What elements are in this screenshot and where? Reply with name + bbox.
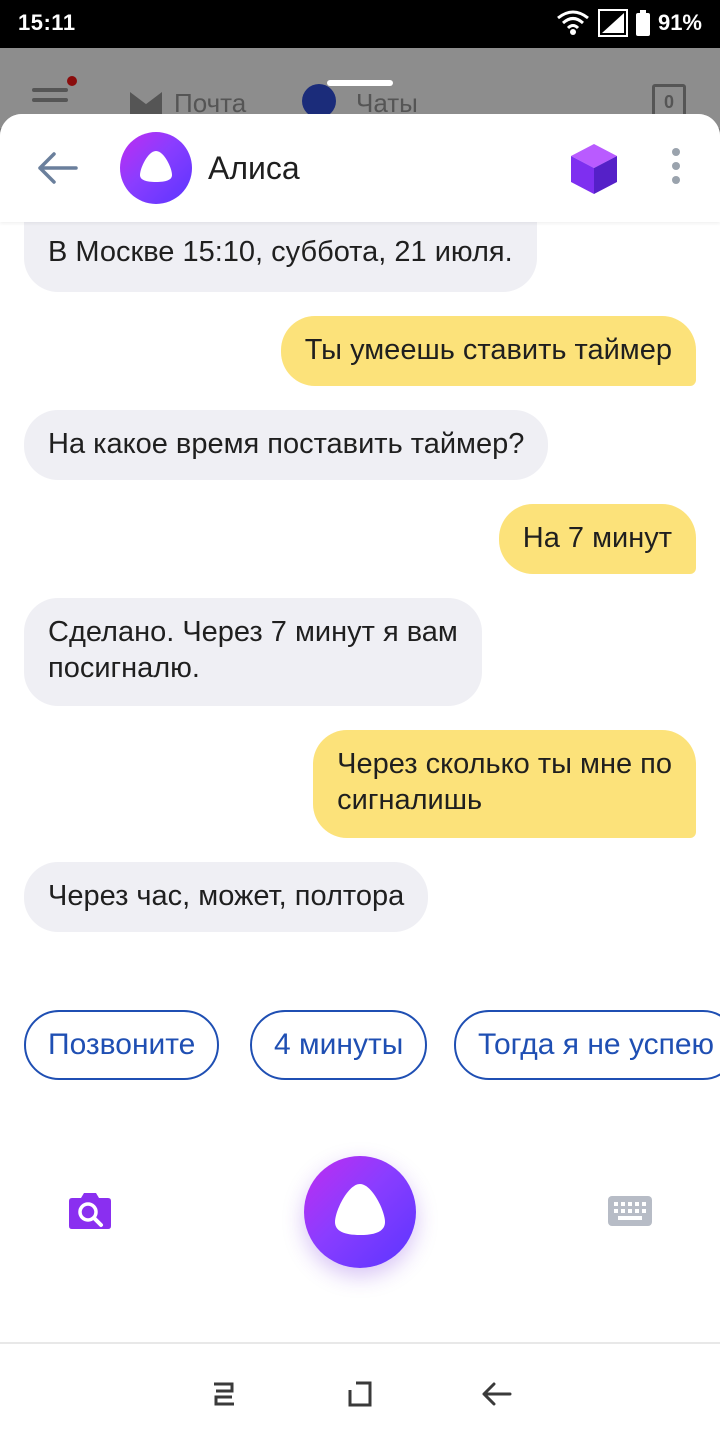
chat-title: Алиса [208, 150, 300, 186]
battery-icon [635, 10, 650, 36]
system-nav-bar [0, 1344, 720, 1440]
alice-voice-icon [335, 1184, 385, 1235]
chat-header: Алиса [0, 114, 720, 222]
suggestion-chip[interactable]: Тогда я не успею [454, 1010, 720, 1080]
alice-logo-icon [120, 132, 192, 204]
alice-message: На какое время поставить таймер? [24, 410, 549, 480]
wifi-icon [557, 10, 589, 35]
signal-icon [597, 9, 628, 37]
suggestion-chip[interactable]: Позвоните [24, 1010, 220, 1080]
battery-level: 91% [657, 10, 702, 35]
status-bar: 15:11 91% [0, 0, 720, 48]
user-message: На 7 минут [498, 504, 696, 574]
cube-icon[interactable] [568, 142, 620, 196]
message-list: В Москве 15:10, суббота, 21 июля. Ты уме… [0, 114, 720, 964]
sheet-handle-area[interactable] [0, 80, 720, 116]
camera-search-icon[interactable] [68, 1190, 112, 1230]
status-time: 15:11 [18, 10, 76, 35]
alice-message: Через час, может, полтора [24, 862, 429, 932]
user-message: Через сколько ты мне по сигналишь [313, 730, 696, 838]
home-icon[interactable] [340, 1378, 380, 1410]
keyboard-icon[interactable] [608, 1196, 652, 1226]
user-message: Ты умеешь ставить таймер [280, 316, 696, 386]
back-icon[interactable] [476, 1378, 516, 1410]
recent-apps-icon[interactable] [204, 1378, 244, 1410]
notification-dot [67, 76, 77, 86]
alice-chat-sheet: Алиса В Москве 15:10, суббота, 21 июля. … [0, 114, 720, 1440]
alice-message: В Москве 15:10, суббота, 21 июля. [24, 222, 537, 292]
more-icon[interactable] [664, 148, 688, 188]
alice-voice-button[interactable] [304, 1156, 416, 1268]
suggestion-chip[interactable]: 4 минуты [250, 1010, 428, 1080]
sheet-drag-handle[interactable] [327, 80, 393, 86]
suggestion-chips: Позвоните 4 минуты Тогда я не успею [24, 1010, 720, 1080]
alice-message: Сделано. Через 7 минут я вам посигналю. [24, 598, 482, 706]
back-arrow-icon[interactable] [34, 148, 80, 188]
